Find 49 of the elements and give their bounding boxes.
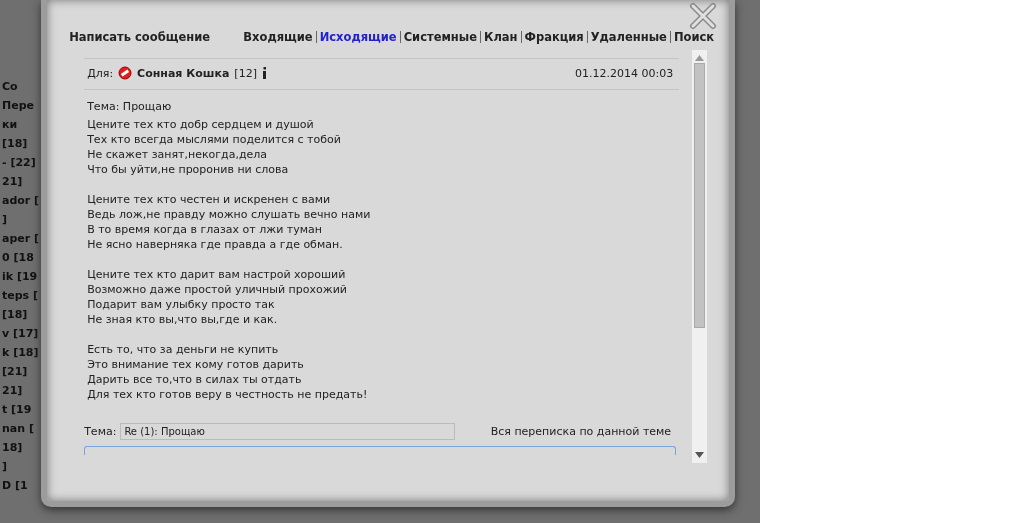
folder-tab[interactable]: Входящие [243, 30, 313, 44]
background-list-text: ik [19 [2, 270, 39, 284]
background-list-text: ] [2, 460, 9, 474]
close-icon[interactable] [689, 2, 718, 30]
background-list-text: nan [ [2, 422, 35, 436]
background-list-text: k [18] [2, 346, 40, 360]
background-list-text: [18] [2, 137, 29, 151]
scrollbar-thumb[interactable] [694, 63, 706, 328]
background-list-text: 21] [2, 384, 24, 398]
folder-tab[interactable]: Клан [484, 30, 518, 44]
scroll-up-icon[interactable] [695, 55, 705, 61]
background-list-text: ки [2, 118, 19, 132]
scrollbar[interactable] [692, 50, 708, 463]
thread-link[interactable]: Вся переписка по данной теме [490, 425, 672, 438]
background-list-text: t [19 [2, 403, 33, 417]
background-list-text: ador [ [2, 194, 40, 208]
message-date: 01.12.2014 00:03 [574, 66, 674, 80]
info-icon[interactable] [261, 67, 267, 79]
folder-tab[interactable]: Системные [403, 30, 477, 44]
message-paragraph: Цените тех кто честен и искренен с вами Ведь лож,не правду можно слушать вечно нами В то время когда в глазах от лжи туман Не ясно наверняка где правда а где обман. [87, 192, 372, 252]
folder-tab[interactable]: Фракция [524, 30, 584, 44]
recipient-rank: [12] [234, 66, 257, 80]
to-label: Для: [87, 66, 114, 80]
background-list-text: ] [2, 213, 9, 227]
background-list-text: Пере [2, 99, 35, 113]
background-list-text: D [1 [2, 479, 29, 493]
background-list-text: [21] [2, 365, 29, 379]
recipient-name[interactable]: Сонная Кошка [137, 66, 230, 80]
background-list-text: [18] [2, 308, 29, 322]
message-paragraph: Есть то, что за деньги не купить Это внимание тех кому готов дарить Дарить все то,что в силах ты отдать Для тех кто готов веру в честность не предать! [87, 342, 369, 402]
subject-input[interactable]: Re (1): Прощаю [120, 423, 456, 440]
message-paragraph: Цените тех кто добр сердцем и душой Тех кто всегда мыслями поделится с тобой Не скажет занят,некогда,дела Что бы уйти,не проронив ни слова [87, 117, 342, 177]
background-list-text: 18] [2, 441, 24, 455]
subject-label: Тема: [84, 425, 117, 438]
folder-tab[interactable]: Удаленные [590, 30, 667, 44]
background-list-text: aper [ [2, 232, 40, 246]
background-list-text: 21] [2, 175, 24, 189]
background-list-text: - [22] [2, 156, 37, 170]
background-list-text: Co [2, 80, 19, 94]
folder-tab[interactable]: Исходящие [319, 30, 397, 44]
scroll-down-icon[interactable] [695, 452, 705, 458]
message-subject: Тема: Прощаю [87, 100, 173, 113]
background-list-text: v [17] [2, 327, 40, 341]
folder-tab[interactable]: Поиск [673, 30, 715, 44]
message-paragraph: Цените тех кто дарит вам настрой хороший Возможно даже простой уличный прохожий Подарит вам улыбку просто так Не зная кто вы,что вы,где и как. [87, 267, 348, 327]
background-list-text: teps [ [2, 289, 39, 303]
compose-link[interactable]: Написать сообщение [69, 30, 210, 44]
prohibited-icon [118, 66, 133, 80]
background-list-text: 0 [18 [2, 251, 35, 265]
